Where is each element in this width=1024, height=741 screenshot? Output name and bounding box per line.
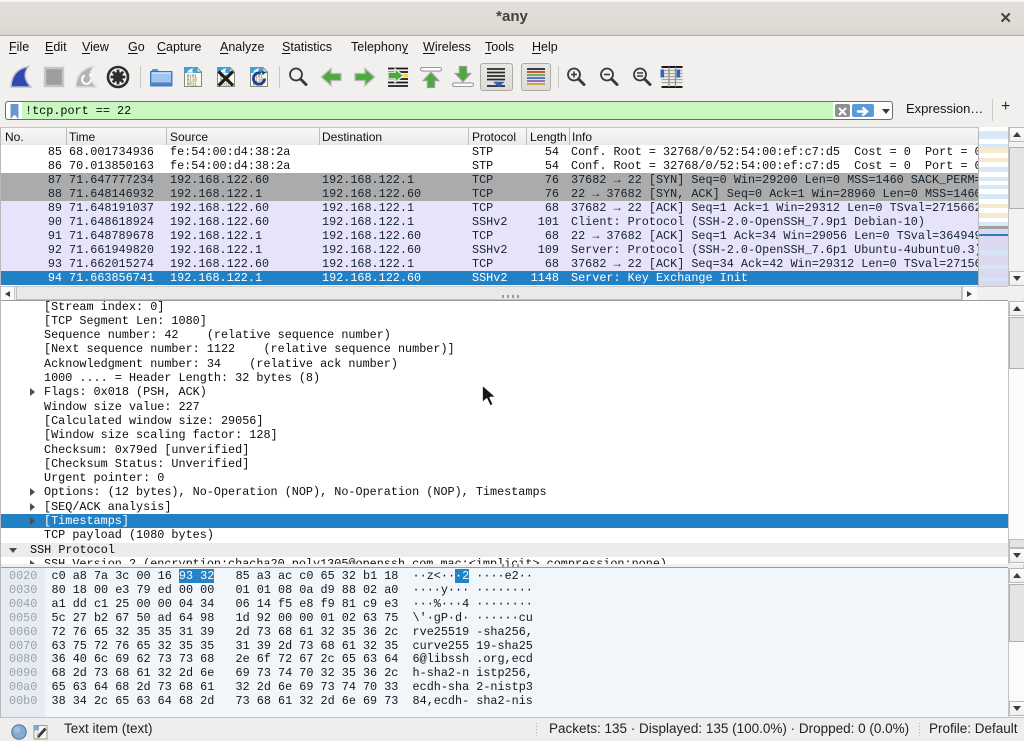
svg-text:0011: 0011 [187, 84, 198, 88]
